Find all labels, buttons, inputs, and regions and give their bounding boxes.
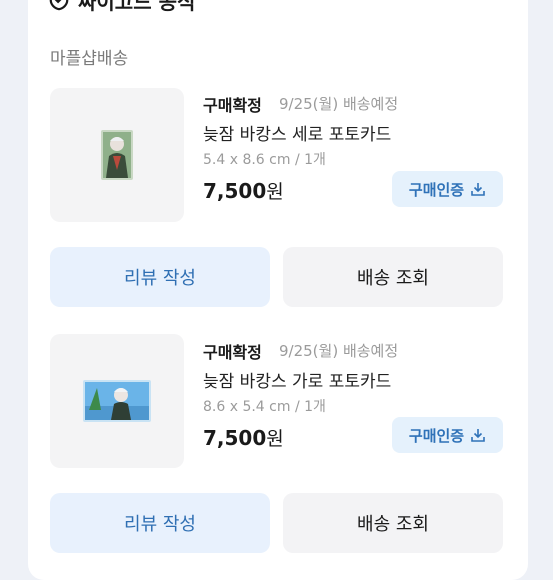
- store-header[interactable]: 싸이고드 공식: [48, 0, 195, 14]
- write-review-button[interactable]: 리뷰 작성: [50, 247, 270, 307]
- store-name: 싸이고드 공식: [78, 0, 196, 14]
- purchase-verify-button[interactable]: 구매인증: [392, 417, 503, 453]
- price-currency: 원: [266, 181, 284, 203]
- write-review-button[interactable]: 리뷰 작성: [50, 493, 270, 553]
- photocard-portrait-image: [101, 130, 133, 180]
- price-amount: 7,500: [203, 426, 267, 450]
- shipping-group-label: 마플샵배송: [50, 49, 129, 69]
- product-spec: 8.6 x 5.4 cm / 1개: [203, 399, 326, 415]
- product-title[interactable]: 늦잠 바캉스 가로 포토카드: [203, 367, 391, 392]
- product-thumbnail[interactable]: [50, 334, 184, 468]
- price-amount: 7,500: [203, 179, 267, 203]
- delivery-date: 9/25(월) 배송예정: [279, 342, 399, 360]
- order-status: 구매확정: [203, 96, 262, 115]
- price-currency: 원: [266, 428, 284, 450]
- photocard-landscape-image: [83, 380, 151, 422]
- store-icon: [49, 0, 69, 11]
- purchase-verify-label: 구매인증: [408, 180, 465, 199]
- purchase-verify-button[interactable]: 구매인증: [392, 171, 503, 207]
- product-spec: 5.4 x 8.6 cm / 1개: [203, 152, 326, 168]
- download-icon: [471, 429, 485, 442]
- product-price: 7,500원: [203, 177, 284, 204]
- download-icon: [471, 183, 485, 196]
- order-status: 구매확정: [203, 343, 262, 362]
- product-title[interactable]: 늦잠 바캉스 세로 포토카드: [203, 120, 391, 145]
- product-thumbnail[interactable]: [50, 88, 184, 222]
- delivery-date: 9/25(월) 배송예정: [279, 95, 399, 113]
- purchase-verify-label: 구매인증: [408, 426, 465, 445]
- track-shipping-button[interactable]: 배송 조회: [283, 493, 503, 553]
- product-price: 7,500원: [203, 424, 284, 451]
- track-shipping-button[interactable]: 배송 조회: [283, 247, 503, 307]
